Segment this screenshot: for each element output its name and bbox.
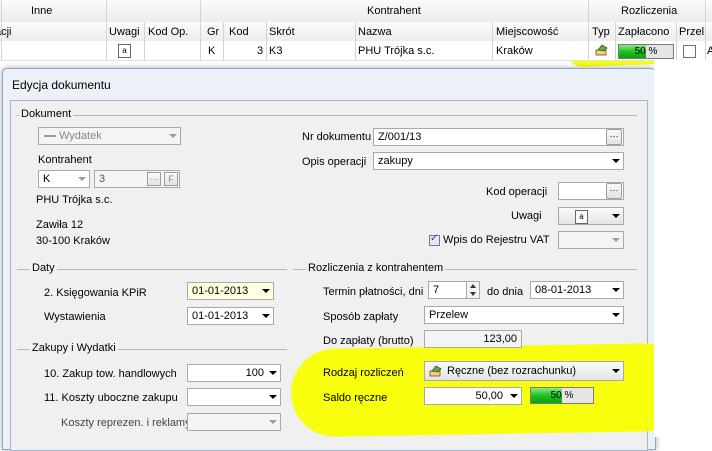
side-costs-field[interactable] — [187, 388, 281, 406]
issue-date-field[interactable]: 01-01-2013 — [187, 307, 274, 325]
payment-hand-icon — [429, 365, 442, 377]
doc-number-field[interactable]: Z/001/13 — [373, 128, 624, 146]
notes-label: Uwagi — [511, 210, 542, 222]
balance-progress-bar: 50 % — [530, 387, 594, 404]
representation-costs-label: Koszty reprezen. i reklamy — [61, 417, 191, 429]
row-name: PHU Trójka s.c. — [358, 45, 435, 57]
amount-due-label: Do zapłaty (brutto) — [323, 335, 414, 347]
due-date-field[interactable]: 08-01-2013 — [530, 281, 624, 299]
row-code: 3 — [257, 45, 264, 57]
column-header-code[interactable]: Kod — [229, 26, 249, 38]
note-icon: a — [575, 210, 588, 224]
column-header-paid[interactable]: Zapłacono — [618, 26, 669, 38]
column-header-name[interactable]: Nazwa — [358, 26, 392, 38]
manual-balance-value: 50,00 — [475, 390, 503, 402]
payment-method-value: Przelew — [429, 309, 469, 321]
issue-date-label: Wystawienia — [44, 311, 106, 323]
payment-term-spinner[interactable] — [466, 281, 480, 299]
contractor-label: Kontrahent — [38, 154, 92, 166]
doc-type-select[interactable]: Wydatek — [38, 127, 181, 145]
representation-costs-field[interactable] — [187, 413, 281, 431]
doc-number-value: Z/001/13 — [378, 131, 422, 143]
issue-date-value: 01-01-2013 — [192, 310, 249, 322]
manual-balance-field[interactable]: 50,00 — [424, 387, 522, 405]
row-group: K — [208, 45, 216, 57]
due-date-label: do dnia — [487, 286, 524, 298]
operation-desc-label: Opis operacji — [302, 156, 367, 168]
due-date-value: 08-01-2013 — [535, 284, 592, 296]
side-costs-label: 11. Koszty uboczne zakupu — [44, 392, 178, 404]
vat-register-checkbox[interactable] — [429, 233, 440, 246]
goods-purchase-value: 100 — [245, 367, 264, 379]
payment-hand-icon — [595, 44, 608, 56]
dialog-body: Dokument Wydatek Kontrahent K 3 ··· F PH… — [10, 100, 692, 451]
payment-term-value: 7 — [433, 284, 440, 296]
dialog-title: Edycja dokumentu — [12, 78, 111, 92]
doc-type-icon — [44, 135, 56, 137]
kpir-date-field[interactable]: 01-01-2013 — [187, 282, 274, 300]
doc-number-label: Nr dokumentu — [302, 131, 372, 143]
vat-register-label: Wpis do Rejestru VAT — [443, 234, 550, 246]
row-extra: A — [707, 45, 712, 57]
column-header-transfer[interactable]: Przel — [679, 26, 704, 38]
grid-group-header-contractor: Kontrahent — [367, 5, 421, 17]
row-short: K3 — [269, 45, 283, 57]
column-header-type[interactable]: Typ — [592, 26, 610, 38]
kpir-date-label: 2. Księgowania KPiR — [44, 287, 147, 299]
goods-purchase-label: 10. Zakup tow. handlowych — [44, 368, 177, 380]
contractor-code-value: 3 — [99, 173, 106, 185]
doc-number-ellipsis-button[interactable]: ··· — [606, 129, 622, 145]
settlement-kind-select[interactable]: Ręczne (bez rozrachunku) — [424, 361, 624, 381]
vat-register-select[interactable] — [558, 231, 624, 249]
group-title-dates: Daty — [30, 262, 57, 274]
contractor-group-select[interactable]: K — [38, 170, 90, 188]
operation-desc-select[interactable]: zakupy — [373, 152, 624, 170]
manual-balance-label: Saldo ręczne — [323, 392, 388, 404]
group-title-document: Dokument — [19, 108, 74, 120]
operation-code-ellipsis-button[interactable]: ··· — [606, 183, 622, 199]
column-header-notes[interactable]: Uwagi — [109, 26, 140, 38]
contractor-address-line1: Zawiła 12 — [36, 219, 84, 231]
column-header-city[interactable]: Miejscowość — [496, 26, 558, 38]
payment-method-label: Sposób zapłaty — [323, 311, 399, 323]
contractor-card-button[interactable]: F — [164, 172, 178, 186]
transfer-checkbox[interactable] — [683, 45, 696, 58]
column-header-group[interactable]: Gr — [207, 26, 219, 38]
group-title-settlements: Rozliczenia z kontrahentem — [306, 262, 446, 274]
contractor-group-value: K — [43, 173, 51, 185]
balance-progress-label: 50 % — [550, 390, 574, 401]
goods-purchase-field[interactable]: 100 — [187, 364, 281, 382]
paid-progress-label: 50 % — [634, 46, 658, 57]
paid-progress-bar: 50 % — [618, 44, 674, 59]
notes-dropdown-button[interactable]: a — [558, 207, 624, 225]
column-header-cut[interactable]: acji — [0, 26, 12, 38]
contractor-name: PHU Trójka s.c. — [36, 194, 113, 206]
operation-code-label: Kod operacji — [486, 186, 548, 198]
grid-group-header-settlements: Rozliczenia — [621, 5, 678, 17]
payment-term-label: Termin płatności, dni — [323, 286, 424, 298]
contractor-lookup-button[interactable]: ··· — [147, 172, 161, 186]
kpir-date-value: 01-01-2013 — [192, 285, 249, 297]
payment-method-select[interactable]: Przelew — [424, 306, 624, 324]
group-title-purchases: Zakupy i Wydatki — [30, 342, 118, 354]
column-header-op-code[interactable]: Kod Op. — [148, 26, 188, 38]
edit-document-dialog: Edycja dokumentu Dokument Wydatek Kontra… — [2, 68, 692, 451]
grid-group-header-other: Inne — [31, 5, 53, 17]
grid-empty-area — [654, 60, 712, 437]
column-header-short[interactable]: Skrót — [269, 26, 295, 38]
operation-desc-value: zakupy — [378, 155, 413, 167]
settlement-kind-label: Rodzaj rozliczeń — [323, 367, 404, 379]
doc-type-value: Wydatek — [59, 130, 102, 142]
settlement-kind-value: Ręczne (bez rozrachunku) — [447, 365, 577, 377]
note-icon[interactable]: a — [118, 44, 131, 58]
amount-due-value: 123,00 — [483, 333, 517, 345]
amount-due-field: 123,00 — [424, 330, 522, 348]
row-city: Kraków — [496, 45, 533, 57]
contractor-address-line2: 30-100 Kraków — [36, 235, 110, 247]
